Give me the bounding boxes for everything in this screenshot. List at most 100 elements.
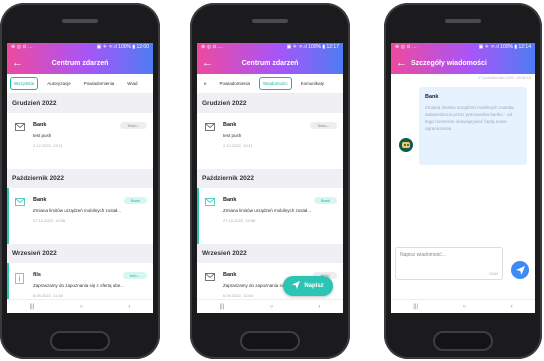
status-bar: ⊕ ◎ ⊙ … ▣ ✈ ᯤ.ıl 100% ▮ 12:14 xyxy=(391,43,535,52)
item-sender: Bank xyxy=(223,197,237,203)
recents-icon[interactable]: ||| xyxy=(413,304,418,310)
category-badge: Info... xyxy=(122,272,147,279)
speaker-grill xyxy=(62,19,98,23)
item-date: 6.09.2022, 11:48 xyxy=(223,293,253,298)
item-sender: Bank xyxy=(33,197,47,203)
home-button[interactable] xyxy=(50,331,110,351)
message-body: Zmiana limitów urządzeń mobilnych został… xyxy=(425,105,514,131)
tab-announcements[interactable]: Komunikaty xyxy=(297,77,329,90)
tab-notifications[interactable]: Powiadomienia xyxy=(80,77,119,90)
page-title: Szczegóły wiadomości xyxy=(411,59,487,67)
speaker-grill xyxy=(445,19,481,23)
envelope-icon xyxy=(15,198,25,206)
home-button[interactable] xyxy=(240,331,300,351)
compose-fab-button[interactable]: Napisz xyxy=(283,276,333,296)
item-text: Zmiana limitów urządzeń mobilnych został… xyxy=(223,208,312,213)
envelope-icon xyxy=(205,273,215,281)
category-badge: Testo... xyxy=(120,122,147,129)
section-header: Wrzesień 2022 xyxy=(197,244,343,263)
item-sender: fils xyxy=(33,272,41,278)
paper-plane-icon xyxy=(515,265,525,275)
section-header: Grudzień 2022 xyxy=(197,94,343,113)
item-date: 2.12.2022, 13:11 xyxy=(33,143,63,148)
item-text: test push xyxy=(223,133,242,138)
section-header: Grudzień 2022 xyxy=(7,94,153,113)
app-bar: ← Centrum zdarzeń xyxy=(197,52,343,74)
item-date: 2.12.2022, 13:11 xyxy=(223,143,253,148)
section-header: Wrzesień 2022 xyxy=(7,244,153,263)
home-button[interactable] xyxy=(433,331,493,351)
tab-bar: Wszystkie Autoryzacje Powiadomienia Wiad xyxy=(7,74,153,94)
item-date: 6.09.2022, 11:48 xyxy=(33,293,63,298)
recents-icon[interactable]: ||| xyxy=(30,304,35,310)
list-item[interactable]: Bank Testo... test push 2.12.2022, 13:11 xyxy=(197,113,343,169)
app-bar: ← Centrum zdarzeń xyxy=(7,52,153,74)
android-nav-bar: ||| ○ ‹ xyxy=(197,299,343,313)
page-title: Centrum zdarzeń xyxy=(241,59,299,67)
tab-notifications[interactable]: Powiadomienia xyxy=(216,77,255,90)
status-bar: ⊕ ◎ ⊙ … ▣ ✈ ᯤ.ıl 100% ▮ 12:17 xyxy=(197,43,343,52)
back-icon[interactable]: ‹ xyxy=(511,304,513,310)
message-timestamp: 27 października 2022, 15:56:16 xyxy=(478,76,531,80)
list-item[interactable]: Bank Bank Zmiana limitów urządzeń mobiln… xyxy=(197,188,343,244)
item-sender: Bank xyxy=(33,122,47,128)
category-badge: Bank xyxy=(123,197,147,204)
bot-avatar-icon xyxy=(399,138,413,152)
phone-screen: ⊕ ◎ ⊙ … ▣ ✈ ᯤ.ıl 100% ▮ 12:14 ← Szczegół… xyxy=(391,43,535,313)
phone-screen: ⊕ ◎ ⊙ … ▣ ✈ ᯤ.ıl 100% ▮ 12:00 ← Centrum … xyxy=(7,43,153,313)
tab-authorizations[interactable]: Autoryzacje xyxy=(43,77,75,90)
info-document-icon xyxy=(15,273,24,284)
envelope-icon xyxy=(205,198,215,206)
section-header: Październik 2022 xyxy=(197,169,343,188)
envelope-icon xyxy=(205,123,215,131)
back-arrow-icon[interactable]: ← xyxy=(396,56,407,70)
tab-messages[interactable]: Wiadomości xyxy=(259,77,292,90)
phone-frame: ⊕ ◎ ⊙ … ▣ ✈ ᯤ.ıl 100% ▮ 12:00 ← Centrum … xyxy=(0,3,160,359)
home-icon[interactable]: ○ xyxy=(80,304,84,310)
send-button[interactable] xyxy=(511,261,529,279)
home-icon[interactable]: ○ xyxy=(270,304,274,310)
app-bar: ← Szczegóły wiadomości xyxy=(391,52,535,74)
back-icon[interactable]: ‹ xyxy=(318,304,320,310)
status-icons-left: ⊕ ◎ ⊙ … xyxy=(395,44,417,50)
home-icon[interactable]: ○ xyxy=(463,304,467,310)
back-arrow-icon[interactable]: ← xyxy=(12,56,23,70)
fab-label: Napisz xyxy=(304,283,324,289)
recents-icon[interactable]: ||| xyxy=(220,304,225,310)
list-item[interactable]: Bank Bank Zmiana limitów urządzeń mobiln… xyxy=(7,188,153,244)
compose-box: 0/240 xyxy=(395,247,503,280)
status-icons-left: ⊕ ◎ ⊙ … xyxy=(201,44,223,50)
tab-messages[interactable]: Wiad xyxy=(123,77,141,90)
item-sender: Bank xyxy=(223,272,237,278)
category-badge: Bank xyxy=(313,197,337,204)
item-text: test push xyxy=(33,133,52,138)
status-icons-left: ⊕ ◎ ⊙ … xyxy=(11,44,33,50)
category-badge: Testo... xyxy=(310,122,337,129)
tab-partial[interactable]: e xyxy=(200,77,211,90)
tab-bar: e Powiadomienia Wiadomości Komunikaty xyxy=(197,74,343,94)
section-header: Październik 2022 xyxy=(7,169,153,188)
status-icons-right: ▣ ✈ ᯤ.ıl 100% ▮ 12:17 xyxy=(286,44,339,50)
item-sender: Bank xyxy=(223,122,237,128)
message-sender: Bank xyxy=(425,94,439,100)
phone-screen: ⊕ ◎ ⊙ … ▣ ✈ ᯤ.ıl 100% ▮ 12:17 ← Centrum … xyxy=(197,43,343,313)
list-item[interactable]: Bank Testo... test push 2.12.2022, 13:11 xyxy=(7,113,153,169)
phone-frame: ⊕ ◎ ⊙ … ▣ ✈ ᯤ.ıl 100% ▮ 12:14 ← Szczegół… xyxy=(384,3,542,359)
character-counter: 0/240 xyxy=(489,272,498,276)
message-bubble: Bank Zmiana limitów urządzeń mobilnych z… xyxy=(419,87,527,165)
envelope-icon xyxy=(15,123,25,131)
status-icons-right: ▣ ✈ ᯤ.ıl 100% ▮ 12:14 xyxy=(478,44,531,50)
status-bar: ⊕ ◎ ⊙ … ▣ ✈ ᯤ.ıl 100% ▮ 12:00 xyxy=(7,43,153,52)
android-nav-bar: ||| ○ ‹ xyxy=(7,299,153,313)
back-arrow-icon[interactable]: ← xyxy=(202,56,213,70)
message-input[interactable] xyxy=(400,252,500,258)
back-icon[interactable]: ‹ xyxy=(128,304,130,310)
tab-all[interactable]: Wszystkie xyxy=(10,77,39,90)
android-nav-bar: ||| ○ ‹ xyxy=(391,299,535,313)
paper-plane-icon xyxy=(292,281,301,291)
item-text: Zmiana limitów urządzeń mobilnych został… xyxy=(33,208,122,213)
list-item[interactable]: fils Info... Zapraszamy do zapoznania si… xyxy=(7,263,153,303)
page-title: Centrum zdarzeń xyxy=(51,59,109,67)
item-text: Zapraszamy do zapoznania się z ofertą ub… xyxy=(33,283,125,288)
status-icons-right: ▣ ✈ ᯤ.ıl 100% ▮ 12:00 xyxy=(96,44,149,50)
